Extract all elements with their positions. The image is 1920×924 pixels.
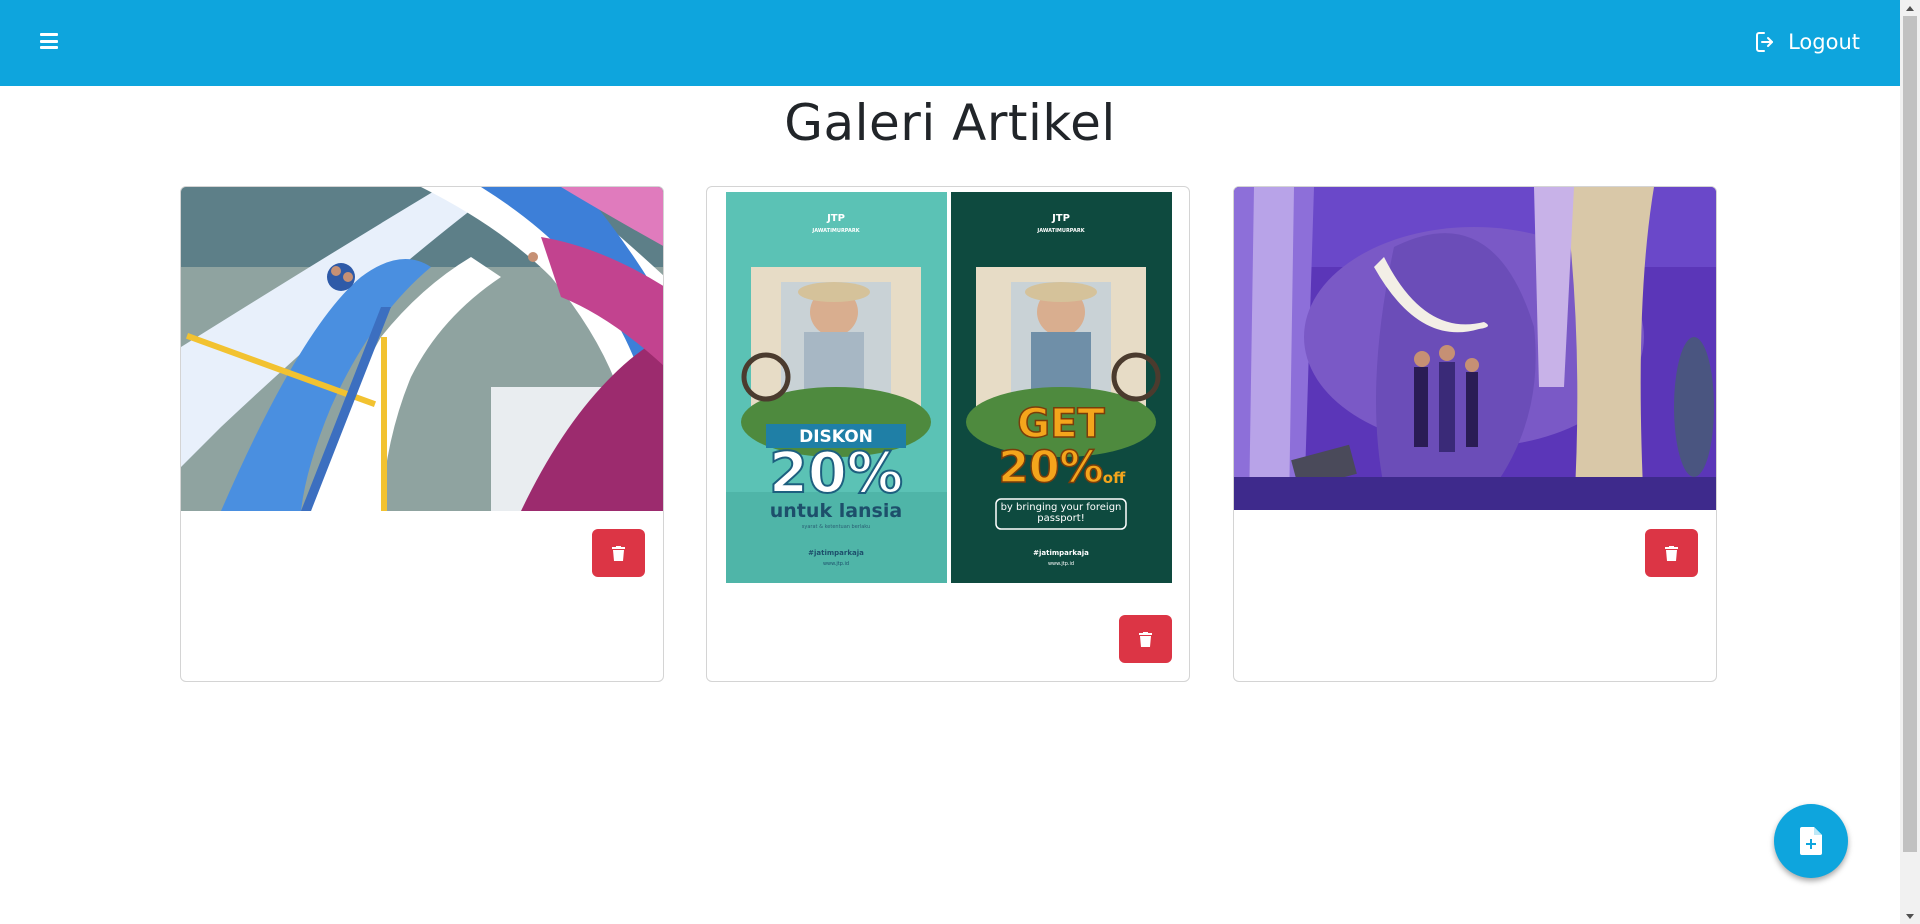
hamburger-menu-icon[interactable] — [40, 33, 58, 49]
poster-left-hashtag: #jatimparkaja — [808, 549, 864, 557]
promo-posters-image[interactable]: JTP JAWATIMURPARK DISKON 20% untuk lansi… — [726, 192, 1172, 583]
waterpark-slides-image[interactable] — [181, 187, 664, 511]
poster-right-url: www.jtp.id — [1048, 561, 1074, 567]
vertical-scrollbar[interactable] — [1900, 0, 1920, 924]
poster-right-hashtag: #jatimparkaja — [1033, 549, 1089, 557]
poster-left-url: www.jtp.id — [823, 561, 849, 567]
poster-right-headline: GET — [1017, 401, 1105, 447]
logout-button[interactable]: Logout — [1754, 26, 1860, 58]
poster-left-fine: syarat & ketentuan berlaku — [802, 524, 870, 530]
poster-right-brand-sub: JAWATIMURPARK — [1036, 228, 1085, 234]
scroll-up-arrow-icon[interactable] — [1900, 0, 1920, 16]
poster-right-subline: by bringing your foreign passport! — [1000, 502, 1122, 524]
delete-button[interactable] — [1645, 529, 1698, 577]
poster-left-percent: 20% — [769, 441, 903, 506]
logout-icon — [1756, 32, 1774, 52]
top-navbar: Logout — [0, 0, 1900, 86]
trash-icon — [1665, 545, 1678, 561]
trash-icon — [1139, 631, 1152, 647]
scrollbar-thumb[interactable] — [1903, 16, 1917, 852]
poster-left-subline: untuk lansia — [770, 500, 902, 522]
gallery-card — [180, 186, 664, 682]
poster-left-brand-sub: JAWATIMURPARK — [811, 228, 860, 234]
gallery-card: JTP JAWATIMURPARK DISKON 20% untuk lansi… — [706, 186, 1190, 682]
poster-right-brand: JTP — [1051, 213, 1070, 224]
add-document-icon — [1800, 827, 1822, 855]
museum-mammoth-image[interactable] — [1234, 187, 1717, 510]
poster-right-percent: 20% — [998, 442, 1103, 493]
gallery-card — [1233, 186, 1717, 682]
poster-right-off: off — [1103, 469, 1126, 487]
logout-label: Logout — [1788, 30, 1860, 54]
delete-button[interactable] — [592, 529, 645, 577]
poster-left-brand: JTP — [826, 213, 845, 224]
delete-button[interactable] — [1119, 615, 1172, 663]
scroll-down-arrow-icon[interactable] — [1900, 908, 1920, 924]
trash-icon — [612, 545, 625, 561]
page-title: Galeri Artikel — [784, 94, 1116, 152]
add-article-button[interactable] — [1774, 804, 1848, 878]
